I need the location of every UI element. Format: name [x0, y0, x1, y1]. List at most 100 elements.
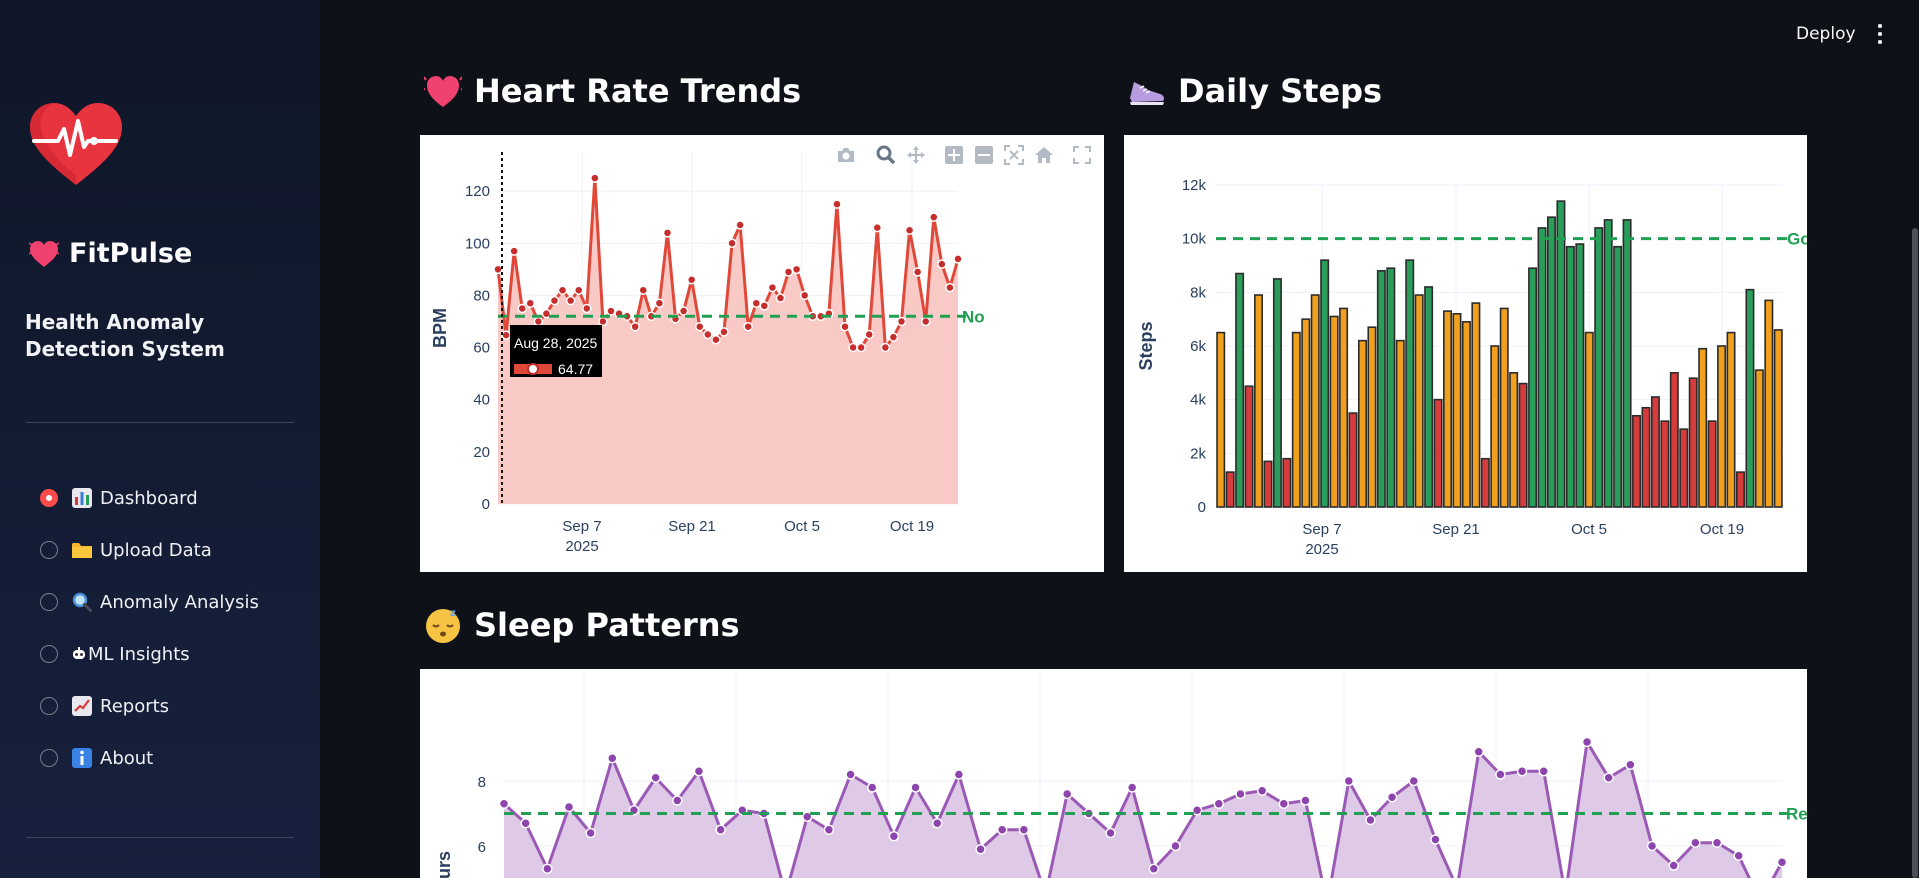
- nav-label: About: [100, 747, 154, 769]
- deploy-button[interactable]: Deploy: [1796, 24, 1856, 44]
- bar: [1698, 347, 1708, 508]
- radio-selected[interactable]: [40, 489, 58, 507]
- zoom-out-icon[interactable]: [972, 143, 996, 167]
- data-point: [498, 798, 510, 809]
- data-point: [832, 199, 842, 209]
- sidebar: FitPulse Health Anomaly Detection System…: [0, 0, 320, 878]
- data-point: [630, 321, 640, 332]
- home-icon[interactable]: [1032, 143, 1056, 167]
- data-point: [791, 264, 802, 275]
- bar: [1546, 216, 1556, 508]
- bar: [1717, 345, 1727, 508]
- daily-steps-heading: Daily Steps: [1128, 72, 1382, 110]
- data-point: [1300, 795, 1311, 806]
- data-point: [975, 844, 986, 855]
- data-point: [856, 342, 866, 353]
- bar: [1735, 471, 1745, 508]
- heart-rate-heading: Heart Rate Trends: [424, 72, 801, 110]
- camera-icon[interactable]: [834, 143, 858, 167]
- sleep-patterns-plot[interactable]: 6 8 Re urs: [420, 669, 1807, 878]
- bar: [1424, 286, 1434, 508]
- data-point: [845, 769, 856, 780]
- nav-item-reports[interactable]: Reports: [40, 680, 259, 732]
- x-tick-label: Sep 21: [1432, 521, 1480, 538]
- bar: [1405, 259, 1415, 508]
- bar: [1707, 420, 1717, 508]
- radio-unselected[interactable]: [40, 645, 58, 663]
- autoscale-icon[interactable]: [1002, 143, 1026, 167]
- brand: FitPulse: [29, 238, 192, 269]
- data-point: [1105, 827, 1116, 839]
- bar: [1310, 294, 1320, 508]
- bar: [1499, 307, 1509, 508]
- bar: [1433, 398, 1443, 508]
- nav-label: ML Insights: [88, 643, 190, 665]
- data-point: [823, 824, 835, 835]
- fullscreen-icon[interactable]: [1070, 143, 1094, 167]
- x-tick-label: Oct 5: [1571, 521, 1607, 538]
- data-point: [1646, 840, 1658, 852]
- data-point: [493, 264, 503, 275]
- daily-steps-chart[interactable]: 0 2k 4k 6k 8k 10k 12k Sep 7 2025 Sep 21 Oct 5 Oct 1…: [1124, 135, 1807, 572]
- data-point: [1668, 860, 1679, 871]
- data-point: [598, 316, 608, 327]
- bar: [1688, 377, 1698, 508]
- main-menu-icon[interactable]: [1876, 22, 1884, 46]
- y-tick-label: 40: [473, 392, 490, 409]
- data-point: [719, 327, 729, 337]
- data-point: [542, 863, 553, 874]
- daily-steps-plot[interactable]: 0 2k 4k 6k 8k 10k 12k Sep 7 2025 Sep 21 Oct 5 Oct 1…: [1124, 135, 1807, 572]
- data-point: [590, 173, 600, 183]
- data-point: [1690, 837, 1701, 848]
- bar: [1320, 259, 1330, 508]
- bar: [1490, 345, 1500, 508]
- radio-unselected[interactable]: [40, 749, 58, 767]
- data-point: [703, 329, 713, 340]
- info-icon: [72, 748, 92, 768]
- data-point: [931, 818, 943, 829]
- y-tick-label: 8k: [1190, 284, 1206, 301]
- data-point: [872, 222, 883, 233]
- sleep-patterns-chart[interactable]: 6 8 Re urs: [420, 669, 1807, 878]
- radio-unselected[interactable]: [40, 541, 58, 559]
- data-point: [848, 342, 858, 353]
- zoom-icon[interactable]: [874, 143, 898, 167]
- zoom-in-icon[interactable]: [942, 143, 966, 167]
- nav-label: Upload Data: [100, 539, 212, 561]
- y-tick-label: 20: [473, 444, 490, 461]
- data-point: [1581, 736, 1593, 748]
- nav-item-ml-insights[interactable]: ML Insights: [40, 628, 259, 680]
- scrollbar-thumb[interactable]: [1912, 228, 1918, 878]
- data-point: [501, 330, 511, 340]
- data-point: [672, 795, 683, 806]
- heart-logo-icon: [30, 103, 122, 185]
- radio-unselected[interactable]: [40, 697, 58, 715]
- heart-rate-chart[interactable]: 0 20 40 60 80 100 120 Sep 7 2025 Sep 21 Oct 5 Oct 1…: [420, 135, 1104, 572]
- nav-item-anomaly-analysis[interactable]: Anomaly Analysis: [40, 576, 259, 628]
- bar: [1461, 321, 1471, 508]
- data-point: [607, 753, 618, 764]
- data-point: [751, 298, 761, 308]
- bar: [1216, 331, 1226, 508]
- x-tick-label: Oct 19: [1700, 521, 1744, 538]
- pan-icon[interactable]: [904, 143, 928, 167]
- bar: [1537, 227, 1547, 508]
- sidebar-divider: [26, 422, 294, 423]
- nav-item-upload-data[interactable]: Upload Data: [40, 524, 259, 576]
- nav-item-about[interactable]: About: [40, 732, 259, 784]
- data-point: [565, 295, 576, 306]
- bar: [1348, 412, 1358, 508]
- nav-item-dashboard[interactable]: Dashboard: [40, 472, 259, 524]
- brand-name: FitPulse: [69, 238, 193, 269]
- radio-unselected[interactable]: [40, 593, 58, 611]
- folder-icon: [72, 540, 92, 560]
- bar: [1357, 339, 1367, 508]
- data-point: [533, 316, 544, 327]
- bar: [1244, 385, 1254, 508]
- heart-rate-plot[interactable]: 0 20 40 60 80 100 120 Sep 7 2025 Sep 21 Oct 5 Oct 1…: [420, 135, 1104, 572]
- data-point: [727, 238, 737, 249]
- data-point: [896, 316, 907, 327]
- nav-label: Anomaly Analysis: [100, 591, 259, 613]
- bar: [1272, 278, 1282, 508]
- data-point: [1191, 805, 1203, 816]
